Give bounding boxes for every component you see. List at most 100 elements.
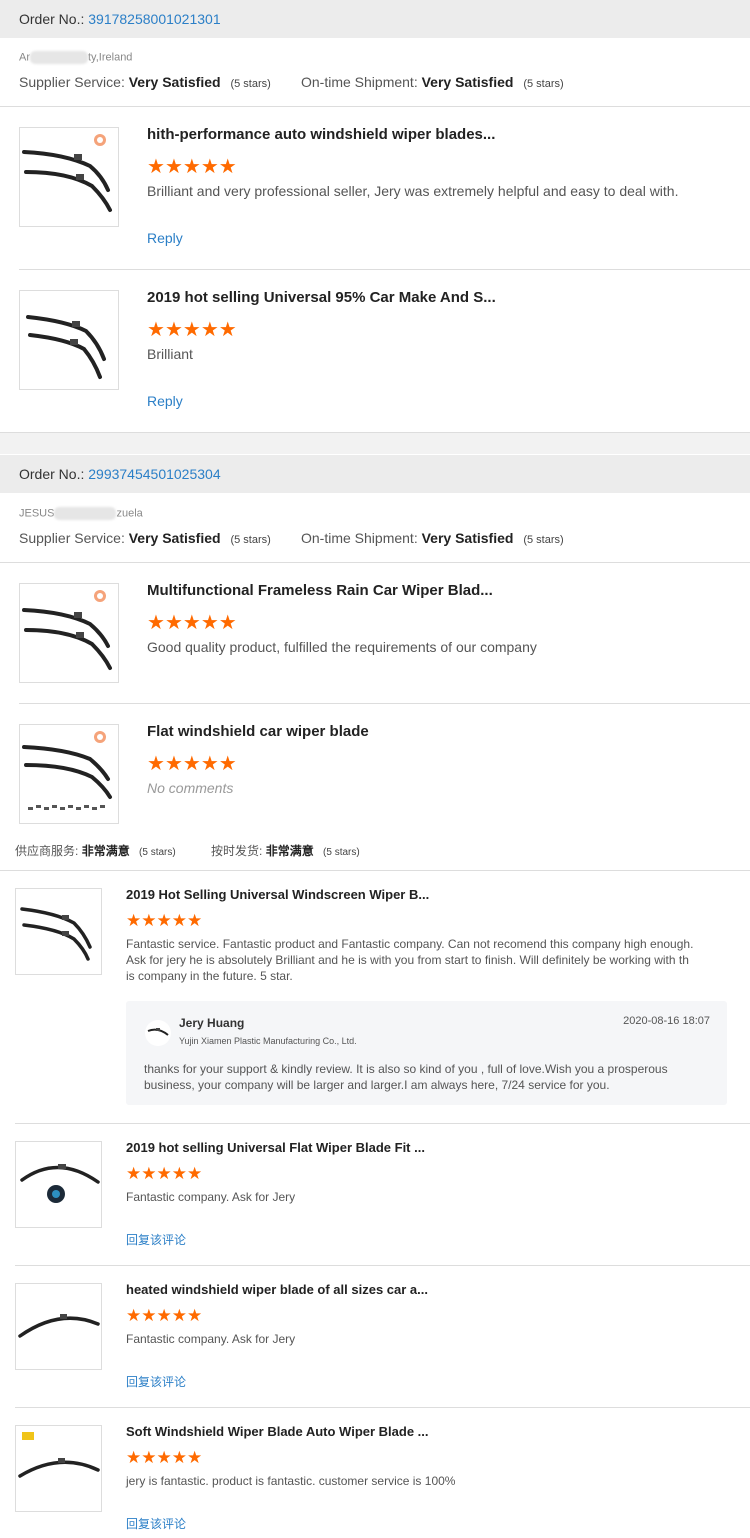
star-rating: ★★★★★ xyxy=(126,1306,202,1326)
star-rating: ★★★★★ xyxy=(147,751,237,776)
star-icon: ★ xyxy=(218,753,237,775)
divider xyxy=(0,870,750,871)
wiper-blade-image xyxy=(22,731,112,810)
star-rating: ★★★★★ xyxy=(147,317,237,342)
supplier-service-rating: Supplier Service: Very Satisfied (5 star… xyxy=(19,530,271,546)
product-thumbnail[interactable] xyxy=(19,127,119,227)
reply-line: thanks for your support & kindly review.… xyxy=(144,1062,668,1076)
supplier-stars: (5 stars) xyxy=(139,847,176,858)
wiper-blade-image xyxy=(18,1432,100,1478)
shipment-value: 非常满意 xyxy=(265,844,314,858)
review-comment: Good quality product, fulfilled the requ… xyxy=(147,639,537,655)
order-label: Order No.: xyxy=(19,11,85,27)
reply-link[interactable]: Reply xyxy=(147,393,183,409)
comment-line: Ask for jery he is absolutely Brilliant … xyxy=(126,953,689,967)
order-number-link[interactable]: 39178258001021301 xyxy=(88,11,220,27)
product-title[interactable]: 2019 Hot Selling Universal Windscreen Wi… xyxy=(126,887,429,902)
supplier-stars: (5 stars) xyxy=(230,78,271,90)
divider xyxy=(0,562,750,563)
divider xyxy=(15,1265,750,1266)
star-icon: ★ xyxy=(200,319,219,341)
reply-link[interactable]: 回复该评论 xyxy=(126,1373,186,1390)
buyer-prefix: Ar xyxy=(19,51,30,64)
supplier-service-rating: 供应商服务: 非常满意 (5 stars) xyxy=(15,842,176,859)
product-thumbnail[interactable] xyxy=(19,724,119,824)
star-rating: ★★★★★ xyxy=(126,1164,202,1184)
star-icon: ★ xyxy=(141,911,157,930)
shipment-rating: 按时发货: 非常满意 (5 stars) xyxy=(211,842,360,859)
product-thumbnail[interactable] xyxy=(15,1425,102,1512)
star-icon: ★ xyxy=(218,319,237,341)
shipment-label: 按时发货: xyxy=(211,844,263,858)
star-icon: ★ xyxy=(147,612,165,634)
product-title[interactable]: 2019 hot selling Universal 95% Car Make … xyxy=(147,289,496,306)
product-title[interactable]: Flat windshield car wiper blade xyxy=(147,723,369,740)
reply-date: 2020-08-16 18:07 xyxy=(623,1015,710,1027)
privacy-blur xyxy=(54,507,117,520)
shipment-value: Very Satisfied xyxy=(421,74,514,90)
star-icon: ★ xyxy=(164,156,183,178)
divider xyxy=(19,703,750,704)
shipment-stars: (5 stars) xyxy=(323,847,360,858)
order-number-link[interactable]: 29937454501025304 xyxy=(88,466,220,482)
product-title[interactable]: Soft Windshield Wiper Blade Auto Wiper B… xyxy=(126,1424,429,1439)
product-title[interactable]: 2019 hot selling Universal Flat Wiper Bl… xyxy=(126,1140,425,1155)
wiper-blade-image xyxy=(20,907,92,961)
seller-reply-text: thanks for your support & kindly review.… xyxy=(144,1061,668,1093)
star-icon: ★ xyxy=(182,753,201,775)
star-icon: ★ xyxy=(126,1306,142,1325)
star-icon: ★ xyxy=(182,319,201,341)
star-icon: ★ xyxy=(156,1164,172,1183)
star-icon: ★ xyxy=(156,1448,172,1467)
wiper-blade-image xyxy=(26,315,106,379)
reply-link[interactable]: 回复该评论 xyxy=(126,1515,186,1532)
supplier-label: Supplier Service: xyxy=(19,74,125,90)
wiper-blade-image xyxy=(18,1314,100,1338)
star-icon: ★ xyxy=(187,1306,203,1325)
buyer-suffix: ty,Ireland xyxy=(88,51,133,64)
star-rating: ★★★★★ xyxy=(147,610,237,635)
star-icon: ★ xyxy=(171,1448,187,1467)
reply-line: business, your company will be larger an… xyxy=(144,1078,610,1092)
order-label: Order No.: xyxy=(19,466,85,482)
star-icon: ★ xyxy=(187,911,203,930)
star-icon: ★ xyxy=(126,1448,142,1467)
reply-link[interactable]: 回复该评论 xyxy=(126,1231,186,1248)
star-icon: ★ xyxy=(164,319,183,341)
review-comment: Fantastic company. Ask for Jery xyxy=(126,1332,296,1346)
divider xyxy=(15,1123,750,1124)
buyer-location: Ar ty,Ireland xyxy=(19,51,132,64)
star-icon: ★ xyxy=(171,1306,187,1325)
product-thumbnail[interactable] xyxy=(19,583,119,683)
seller-reply-box: Jery Huang Yujin Xiamen Plastic Manufact… xyxy=(126,1001,727,1105)
review-comment-empty: No comments xyxy=(147,780,234,796)
star-rating: ★★★★★ xyxy=(126,1448,202,1468)
product-title[interactable]: hith-performance auto windshield wiper b… xyxy=(147,126,495,143)
product-thumbnail[interactable] xyxy=(15,1141,102,1228)
star-icon: ★ xyxy=(156,911,172,930)
star-icon: ★ xyxy=(171,1164,187,1183)
review-comment: Fantastic service. Fantastic product and… xyxy=(126,936,726,984)
supplier-value: Very Satisfied xyxy=(128,530,221,546)
star-icon: ★ xyxy=(200,753,219,775)
product-thumbnail[interactable] xyxy=(19,290,119,390)
product-thumbnail[interactable] xyxy=(15,1283,102,1370)
comment-line: is company in the future. 5 star. xyxy=(126,969,293,983)
star-icon: ★ xyxy=(126,911,142,930)
product-title[interactable]: heated windshield wiper blade of all siz… xyxy=(126,1282,428,1297)
supplier-service-rating: Supplier Service: Very Satisfied (5 star… xyxy=(19,74,271,90)
wiper-blade-image xyxy=(22,134,112,212)
buyer-location: JESUS zuela xyxy=(19,507,143,520)
supplier-label: Supplier Service: xyxy=(19,530,125,546)
shipment-stars: (5 stars) xyxy=(523,534,564,546)
star-icon: ★ xyxy=(141,1448,157,1467)
star-icon: ★ xyxy=(187,1164,203,1183)
shipment-label: On-time Shipment: xyxy=(301,530,418,546)
shipment-rating: On-time Shipment: Very Satisfied (5 star… xyxy=(301,74,564,90)
reply-link[interactable]: Reply xyxy=(147,230,183,246)
product-thumbnail[interactable] xyxy=(15,888,102,975)
star-icon: ★ xyxy=(147,753,165,775)
divider xyxy=(15,1407,750,1408)
star-icon: ★ xyxy=(182,156,201,178)
product-title[interactable]: Multifunctional Frameless Rain Car Wiper… xyxy=(147,582,493,599)
